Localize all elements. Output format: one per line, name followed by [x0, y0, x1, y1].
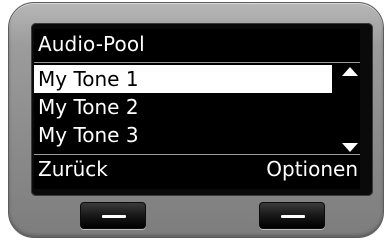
display-screen: Audio-Pool My Tone 1 My Tone 2 My Tone 3…: [34, 29, 360, 189]
list-item[interactable]: My Tone 2: [34, 93, 334, 121]
screen-title: Audio-Pool: [38, 32, 145, 56]
left-softkey-button[interactable]: [80, 202, 146, 229]
right-softkey-button[interactable]: [259, 202, 325, 229]
softkey-back-label[interactable]: Zurück: [38, 153, 108, 185]
tone-list: My Tone 1 My Tone 2 My Tone 3: [34, 65, 334, 149]
softkey-options-label[interactable]: Optionen: [266, 153, 358, 185]
minus-icon: [281, 215, 305, 218]
scroll-up-icon: [342, 67, 358, 76]
title-divider: [34, 62, 360, 63]
list-item[interactable]: My Tone 3: [34, 121, 334, 149]
scroll-down-icon: [342, 143, 358, 152]
list-item[interactable]: My Tone 1: [34, 65, 332, 93]
minus-icon: [102, 215, 126, 218]
